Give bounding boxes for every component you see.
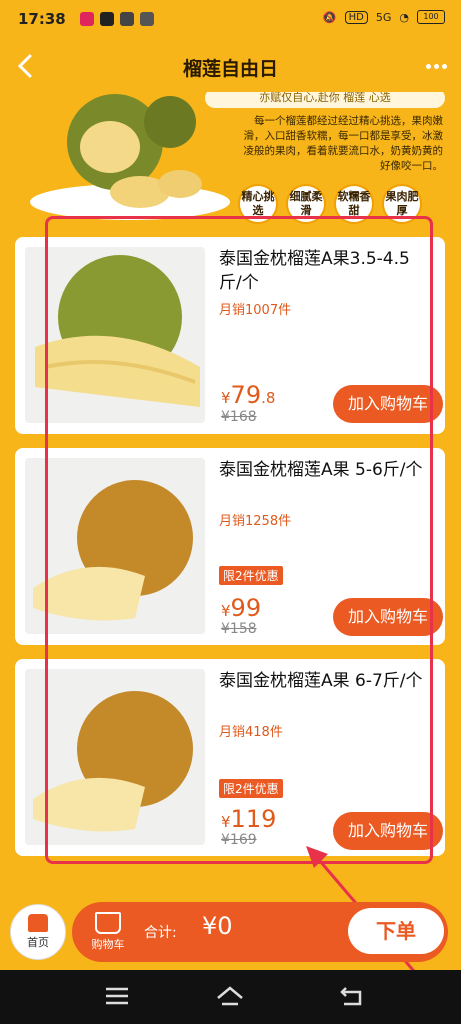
menu-icon[interactable] [103,984,131,1008]
banner-slogan: 亦赋仅自心,赴你 榴莲 心选 [205,92,445,108]
promo-tag: 限2件优惠 [219,566,283,585]
original-price: ¥158 [221,621,257,637]
product-sales: 月销1258件 [219,514,292,529]
tiktok-icon [100,12,114,26]
home-label: 首页 [27,936,49,949]
top-nav: 榴莲自由日 [0,42,461,92]
cart-button[interactable]: 购物车 [80,906,136,958]
app-notification-icon [80,12,94,26]
badge-selected: 精心挑选 [238,184,278,224]
cart-label: 购物车 [91,938,125,951]
badge-thick-flesh: 果肉肥厚 [382,184,422,224]
banner-description: 每一个榴莲都经过经过精心挑选，果肉嫩滑，入口甜香软糯，每一口都是享受，冰激凌般的… [243,115,444,172]
mute-icon: 🔕 [322,10,337,24]
product-price: ¥99 [221,594,262,622]
hd-icon: HD [344,10,368,24]
notification-icons [80,12,154,26]
product-sales: 月销1007件 [219,303,292,318]
page-title: 榴莲自由日 [182,58,278,80]
promo-tag: 限2件优惠 [219,779,283,798]
durian-illustration [30,94,230,220]
product-image[interactable] [25,247,205,423]
badge-smooth: 细腻柔滑 [286,184,326,224]
product-image[interactable] [25,669,205,845]
add-to-cart-button[interactable]: 加入购物车 [333,812,443,850]
checkout-bar: 购物车 合计: ¥0 下单 [72,902,448,962]
badge-sweet: 软糯香甜 [334,184,374,224]
system-nav-bar [0,970,461,1024]
back-nav-icon[interactable] [338,984,366,1008]
product-card[interactable]: 泰国金枕榴莲A果 5-6斤/个 月销1258件 限2件优惠 ¥99 ¥158 加… [15,448,445,645]
home-icon [28,914,48,932]
wifi-icon: ◔ [399,10,409,24]
original-price: ¥168 [221,409,257,425]
banner: 亦赋仅自心,赴你 榴莲 心选 每一个榴莲都经过经过精心挑选，果肉嫩滑，入口甜香软… [0,92,461,228]
app-notification-icon [120,12,134,26]
total-value: ¥0 [202,912,233,940]
product-image[interactable] [25,458,205,634]
add-to-cart-button[interactable]: 加入购物车 [333,598,443,636]
product-name: 泰国金枕榴莲A果 5-6斤/个 [219,460,423,480]
more-icon[interactable] [423,62,449,70]
product-card[interactable]: 泰国金枕榴莲A果3.5-4.5斤/个 月销1007件 ¥79.8 ¥168 加入… [15,237,445,434]
battery-icon: 100 [417,10,445,24]
product-price: ¥119 [221,805,277,833]
original-price: ¥169 [221,832,257,848]
banner-badges: 精心挑选 细腻柔滑 软糯香甜 果肉肥厚 [238,184,422,224]
product-name: 泰国金枕榴莲A果3.5-4.5斤/个 [219,249,410,293]
cart-icon [95,912,121,934]
bottom-bar: 首页 购物车 合计: ¥0 下单 [0,894,461,970]
status-time: 17:38 [18,10,66,28]
status-right: 🔕 HD 5G ◔ 100 [323,10,445,24]
product-price: ¥79.8 [221,381,276,409]
product-name: 泰国金枕榴莲A果 6-7斤/个 [219,671,423,691]
home-nav-icon[interactable] [216,984,244,1008]
product-card[interactable]: 泰国金枕榴莲A果 6-7斤/个 月销418件 限2件优惠 ¥119 ¥169 加… [15,659,445,856]
network-label: 5G [375,10,392,24]
add-to-cart-button[interactable]: 加入购物车 [333,385,443,423]
product-sales: 月销418件 [219,725,283,740]
status-bar: 17:38 🔕 HD 5G ◔ 100 [0,0,461,42]
home-button[interactable]: 首页 [10,904,66,960]
total-label: 合计: [144,925,177,941]
place-order-button[interactable]: 下单 [348,908,444,954]
clipboard-icon [140,12,154,26]
